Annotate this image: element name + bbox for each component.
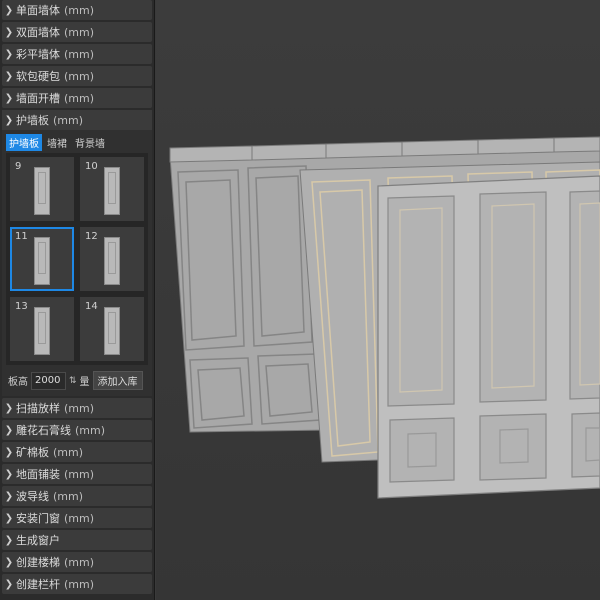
chevron-right-icon: ❯	[4, 446, 14, 458]
section-unit: (mm)	[64, 47, 95, 61]
section-unit: (mm)	[64, 577, 95, 591]
chevron-right-icon: ❯	[4, 92, 14, 104]
chevron-right-icon: ❯	[4, 490, 14, 502]
chevron-right-icon: ❯	[4, 402, 14, 414]
section-single-wall[interactable]: ❯ 单面墙体 (mm)	[2, 0, 152, 20]
section-unit: (mm)	[64, 555, 95, 569]
door-panel-icon	[34, 167, 50, 215]
wainscot-tabs: 护墙板 墙裙 背景墙	[2, 130, 152, 153]
section-carved-molding[interactable]: ❯ 雕花石膏线 (mm)	[2, 420, 152, 440]
chevron-right-icon: ❯	[4, 424, 14, 436]
section-label: 矿棉板	[16, 446, 49, 459]
section-soft-hard-pack[interactable]: ❯ 软包硬包 (mm)	[2, 66, 152, 86]
top-sections: ❯ 单面墙体 (mm) ❯ 双面墙体 (mm) ❯ 彩平墙体 (mm) ❯ 软包…	[0, 0, 154, 108]
section-generate-window[interactable]: ❯ 生成窗户	[2, 530, 152, 550]
thumb-number: 12	[85, 231, 98, 242]
add-to-library-button[interactable]: 添加入库	[92, 371, 143, 390]
chevron-right-icon: ❯	[4, 26, 14, 38]
chevron-right-icon: ❯	[4, 534, 14, 546]
section-label: 墙面开槽	[16, 92, 60, 105]
section-unit: (mm)	[53, 445, 84, 459]
section-label: 创建栏杆	[16, 578, 60, 591]
panel-thumb[interactable]: 14	[80, 297, 144, 361]
panel-thumb[interactable]: 12	[80, 227, 144, 291]
section-mineral-board[interactable]: ❯ 矿棉板 (mm)	[2, 442, 152, 462]
thumb-number: 14	[85, 301, 98, 312]
section-color-wall[interactable]: ❯ 彩平墙体 (mm)	[2, 44, 152, 64]
section-unit: (mm)	[64, 467, 95, 481]
section-label: 雕花石膏线	[16, 424, 71, 437]
section-double-wall[interactable]: ❯ 双面墙体 (mm)	[2, 22, 152, 42]
section-label: 生成窗户	[16, 534, 60, 547]
section-wall-groove[interactable]: ❯ 墙面开槽 (mm)	[2, 88, 152, 108]
section-wave-line[interactable]: ❯ 波导线 (mm)	[2, 486, 152, 506]
section-label: 双面墙体	[16, 26, 60, 39]
door-panel-icon	[104, 237, 120, 285]
chevron-right-icon: ❯	[4, 468, 14, 480]
section-label: 安装门窗	[16, 512, 60, 525]
spinner-icon[interactable]: ⇅	[69, 376, 77, 386]
bottom-sections: ❯ 扫描放样 (mm) ❯ 雕花石膏线 (mm) ❯ 矿棉板 (mm) ❯ 地面…	[0, 398, 154, 594]
section-create-stairs[interactable]: ❯ 创建楼梯 (mm)	[2, 552, 152, 572]
tab-wainscot[interactable]: 护墙板	[6, 134, 42, 151]
qty-label: 量	[79, 377, 90, 388]
section-label: 创建楼梯	[16, 556, 60, 569]
panel-thumb[interactable]: 9	[10, 157, 74, 221]
thumb-number: 10	[85, 161, 98, 172]
section-install-door-window[interactable]: ❯ 安装门窗 (mm)	[2, 508, 152, 528]
section-scan-loft[interactable]: ❯ 扫描放样 (mm)	[2, 398, 152, 418]
door-panel-icon	[34, 237, 50, 285]
thumb-number: 13	[15, 301, 28, 312]
section-unit: (mm)	[64, 401, 95, 415]
height-label: 板高	[8, 377, 28, 388]
panel-thumb[interactable]: 10	[80, 157, 144, 221]
section-unit: (mm)	[64, 511, 95, 525]
chevron-down-icon: ❯	[4, 114, 14, 126]
section-label: 地面铺装	[16, 468, 60, 481]
chevron-right-icon: ❯	[4, 556, 14, 568]
height-input[interactable]: 2000	[31, 371, 66, 390]
section-label: 软包硬包	[16, 70, 60, 83]
section-wainscot-header[interactable]: ❯ 护墙板 (mm)	[2, 110, 152, 130]
viewport-scene	[169, 136, 600, 499]
section-unit: (mm)	[53, 113, 84, 127]
panel-height-controls: 板高 2000 ⇅ 量 添加入库	[2, 365, 152, 396]
tab-background-wall[interactable]: 背景墙	[72, 134, 108, 151]
section-label: 护墙板	[16, 114, 49, 127]
section-unit: (mm)	[64, 25, 95, 39]
section-unit: (mm)	[64, 3, 95, 17]
section-label: 扫描放样	[16, 402, 60, 415]
chevron-right-icon: ❯	[4, 4, 14, 16]
chevron-right-icon: ❯	[4, 48, 14, 60]
section-unit: (mm)	[53, 489, 84, 503]
tab-dado[interactable]: 墙裙	[44, 134, 70, 151]
door-panel-icon	[104, 307, 120, 355]
chevron-right-icon: ❯	[4, 70, 14, 82]
thumb-number: 9	[15, 161, 22, 172]
section-unit: (mm)	[64, 91, 95, 105]
3d-viewport[interactable]	[156, 0, 600, 600]
chevron-right-icon: ❯	[4, 578, 14, 590]
chevron-right-icon: ❯	[4, 512, 14, 524]
section-create-railing[interactable]: ❯ 创建栏杆 (mm)	[2, 574, 152, 594]
panel-thumb-selected[interactable]: 11	[10, 227, 74, 291]
section-unit: (mm)	[64, 69, 95, 83]
front-wall-panel	[377, 175, 600, 499]
section-wainscot-expanded: ❯ 护墙板 (mm) 护墙板 墙裙 背景墙 9 10 11 12 13 14 板…	[2, 110, 152, 396]
section-unit: (mm)	[75, 423, 106, 437]
section-label: 彩平墙体	[16, 48, 60, 61]
section-floor-tiling[interactable]: ❯ 地面铺装 (mm)	[2, 464, 152, 484]
panel-thumbnail-grid: 9 10 11 12 13 14	[6, 153, 148, 365]
panel-thumb[interactable]: 13	[10, 297, 74, 361]
section-label: 波导线	[16, 490, 49, 503]
door-panel-icon	[34, 307, 50, 355]
thumb-number: 11	[15, 231, 28, 242]
door-panel-icon	[104, 167, 120, 215]
section-label: 单面墙体	[16, 4, 60, 17]
sidebar-panel: ❯ 单面墙体 (mm) ❯ 双面墙体 (mm) ❯ 彩平墙体 (mm) ❯ 软包…	[0, 0, 155, 600]
